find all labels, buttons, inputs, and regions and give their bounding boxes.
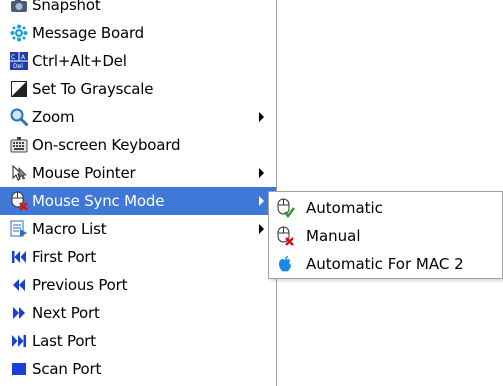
submenu-arrow-icon [259, 112, 264, 122]
zoom-icon [9, 107, 29, 127]
menu-item-label: Mouse Sync Mode [32, 192, 165, 210]
ctrl-alt-del-icon: C A Del [9, 51, 29, 71]
previous-port-icon [9, 275, 29, 295]
menu-item-label: Last Port [32, 332, 96, 350]
svg-text:C: C [11, 54, 15, 61]
next-port-icon [9, 303, 29, 323]
submenu-arrow-icon [259, 168, 264, 178]
menu-item-set-to-grayscale[interactable]: Set To Grayscale [0, 75, 276, 103]
message-board-icon [9, 23, 29, 43]
last-port-icon [9, 331, 29, 351]
menu-item-scan-port[interactable]: Scan Port [0, 355, 276, 383]
menu-item-next-port[interactable]: Next Port [0, 299, 276, 327]
menu-item-first-port[interactable]: First Port [0, 243, 276, 271]
menu-item-on-screen-keyboard[interactable]: On-screen Keyboard [0, 131, 276, 159]
menu-item-previous-port[interactable]: Previous Port [0, 271, 276, 299]
menu-item-zoom[interactable]: Zoom [0, 103, 276, 131]
menu-item-label: Mouse Pointer [32, 164, 136, 182]
grayscale-icon [9, 79, 29, 99]
menu-item-label: Snapshot [32, 0, 101, 14]
submenu-item-label: Manual [306, 227, 361, 245]
svg-text:Del: Del [13, 63, 23, 70]
menu-item-macro-list[interactable]: Macro List [0, 215, 276, 243]
first-port-icon [9, 247, 29, 267]
menu-item-label: Zoom [32, 108, 75, 126]
submenu-item-automatic[interactable]: Automatic [269, 194, 502, 222]
menu-item-mouse-pointer[interactable]: Mouse Pointer [0, 159, 276, 187]
menu-item-label: Ctrl+Alt+Del [32, 52, 127, 70]
context-menu: Snapshot Message Board C A Del Ctrl+Alt+De… [0, 0, 277, 386]
macro-list-icon [9, 219, 29, 239]
mouse-sync-icon [9, 191, 29, 211]
menu-item-label: First Port [32, 248, 97, 266]
menu-item-label: Set To Grayscale [32, 80, 154, 98]
keyboard-icon [9, 135, 29, 155]
automatic-mouse-icon [274, 197, 296, 219]
submenu-arrow-icon [259, 196, 264, 206]
apple-icon [274, 253, 296, 275]
menu-item-label: Scan Port [32, 360, 102, 378]
menu-item-message-board[interactable]: Message Board [0, 19, 276, 47]
submenu-arrow-icon [259, 224, 264, 234]
menu-item-mouse-sync-mode[interactable]: Mouse Sync Mode [0, 187, 276, 215]
submenu-item-label: Automatic For MAC 2 [306, 255, 464, 273]
mouse-sync-submenu: Automatic Manual Automatic For MAC 2 [268, 191, 503, 279]
menu-item-label: Macro List [32, 220, 107, 238]
menu-item-label: Message Board [32, 24, 144, 42]
menu-item-last-port[interactable]: Last Port [0, 327, 276, 355]
manual-mouse-icon [274, 225, 296, 247]
camera-icon [9, 0, 29, 15]
menu-item-label: On-screen Keyboard [32, 136, 181, 154]
menu-item-label: Next Port [32, 304, 100, 322]
mouse-pointer-icon [9, 163, 29, 183]
menu-item-snapshot[interactable]: Snapshot [0, 0, 276, 19]
menu-item-ctrl-alt-del[interactable]: C A Del Ctrl+Alt+Del [0, 47, 276, 75]
submenu-item-automatic-for-mac-2[interactable]: Automatic For MAC 2 [269, 250, 502, 278]
submenu-item-manual[interactable]: Manual [269, 222, 502, 250]
scan-port-icon [9, 359, 29, 379]
menu-item-label: Previous Port [32, 276, 128, 294]
submenu-item-label: Automatic [306, 199, 383, 217]
